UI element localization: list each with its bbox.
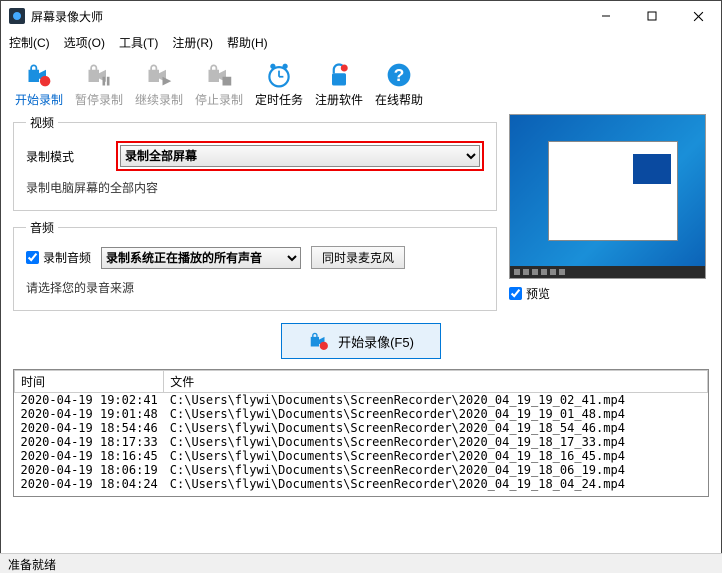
pause-record-button[interactable]: 暂停录制 — [69, 59, 129, 110]
menu-control[interactable]: 控制(C) — [9, 34, 50, 51]
record-audio-input[interactable] — [26, 251, 39, 264]
start-record-button[interactable]: 开始录制 — [9, 59, 69, 110]
table-row[interactable]: 2020-04-19 18:16:45C:\Users\flywi\Docume… — [15, 449, 708, 463]
record-audio-checkbox[interactable]: 录制音频 — [26, 249, 91, 266]
online-help-button[interactable]: ? 在线帮助 — [369, 59, 429, 110]
menu-register[interactable]: 注册(R) — [172, 34, 213, 51]
menu-help[interactable]: 帮助(H) — [227, 34, 268, 51]
window-controls — [583, 1, 721, 31]
minimize-button[interactable] — [583, 1, 629, 31]
app-icon — [9, 8, 25, 24]
recording-list[interactable]: 时间 文件 2020-04-19 19:02:41C:\Users\flywi\… — [13, 369, 709, 497]
table-row[interactable]: 2020-04-19 18:54:46C:\Users\flywi\Docume… — [15, 421, 708, 435]
table-row[interactable]: 2020-04-19 18:04:24C:\Users\flywi\Docume… — [15, 477, 708, 491]
menubar: 控制(C) 选项(O) 工具(T) 注册(R) 帮助(H) — [1, 31, 721, 53]
maximize-button[interactable] — [629, 1, 675, 31]
mic-button[interactable]: 同时录麦克风 — [311, 246, 405, 269]
col-time[interactable]: 时间 — [15, 371, 164, 393]
window-title: 屏幕录像大师 — [31, 8, 583, 25]
svg-text:?: ? — [394, 65, 405, 85]
audio-group: 音频 录制音频 录制系统正在播放的所有声音 同时录麦克风 请选择您的录音来源 — [13, 219, 497, 311]
audio-source-select[interactable]: 录制系统正在播放的所有声音 — [101, 247, 301, 269]
close-button[interactable] — [675, 1, 721, 31]
record-mode-label: 录制模式 — [26, 148, 96, 165]
titlebar: 屏幕录像大师 — [1, 1, 721, 31]
audio-hint: 请选择您的录音来源 — [26, 279, 484, 296]
video-hint: 录制电脑屏幕的全部内容 — [26, 179, 484, 196]
col-file[interactable]: 文件 — [164, 371, 708, 393]
table-row[interactable]: 2020-04-19 18:06:19C:\Users\flywi\Docume… — [15, 463, 708, 477]
table-row[interactable]: 2020-04-19 19:01:48C:\Users\flywi\Docume… — [15, 407, 708, 421]
preview-checkbox-input[interactable] — [509, 287, 522, 300]
record-mode-select[interactable]: 录制全部屏幕 — [120, 145, 480, 167]
stop-record-button[interactable]: 停止录制 — [189, 59, 249, 110]
table-row[interactable]: 2020-04-19 19:02:41C:\Users\flywi\Docume… — [15, 393, 708, 408]
start-recording-button[interactable]: 开始录像(F5) — [281, 323, 441, 359]
record-mode-highlight: 录制全部屏幕 — [116, 141, 484, 171]
preview-checkbox[interactable]: 预览 — [509, 285, 709, 302]
video-group: 视频 录制模式 录制全部屏幕 录制电脑屏幕的全部内容 — [13, 114, 497, 211]
video-legend: 视频 — [26, 114, 58, 131]
toolbar: 开始录制 暂停录制 继续录制 停止录制 定时任务 注册软件 ? 在线帮助 — [1, 53, 721, 114]
audio-legend: 音频 — [26, 219, 58, 236]
camera-icon — [308, 330, 330, 352]
timer-task-button[interactable]: 定时任务 — [249, 59, 309, 110]
continue-record-button[interactable]: 继续录制 — [129, 59, 189, 110]
menu-options[interactable]: 选项(O) — [64, 34, 105, 51]
statusbar: 准备就绪 — [0, 553, 722, 573]
preview-thumbnail — [509, 114, 706, 279]
register-software-button[interactable]: 注册软件 — [309, 59, 369, 110]
table-row[interactable]: 2020-04-19 18:17:33C:\Users\flywi\Docume… — [15, 435, 708, 449]
menu-tools[interactable]: 工具(T) — [119, 34, 158, 51]
